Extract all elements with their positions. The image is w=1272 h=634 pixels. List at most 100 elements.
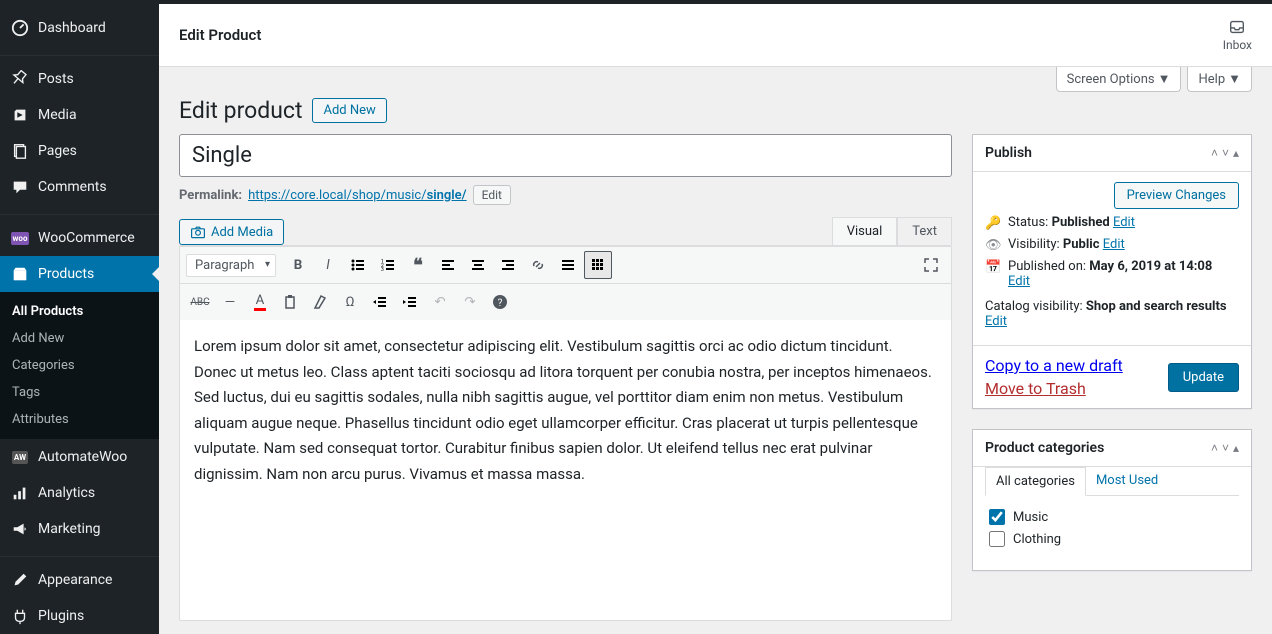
inbox-button[interactable]: Inbox: [1223, 18, 1252, 52]
preview-changes-button[interactable]: Preview Changes: [1114, 182, 1239, 209]
toggle-icon[interactable]: ▴: [1233, 441, 1239, 455]
category-checkbox[interactable]: [989, 509, 1005, 525]
indent-button[interactable]: [396, 288, 424, 316]
help-button-editor[interactable]: ?: [486, 288, 514, 316]
edit-status-link[interactable]: Edit: [1113, 215, 1135, 230]
tab-most-used[interactable]: Most Used: [1086, 467, 1168, 495]
outdent-button[interactable]: [366, 288, 394, 316]
menu-label: Products: [38, 266, 94, 282]
add-new-button[interactable]: Add New: [312, 98, 386, 123]
blockquote-button[interactable]: ❝: [404, 251, 432, 279]
calendar-icon: 📅: [985, 260, 1001, 275]
edit-visibility-link[interactable]: Edit: [1103, 237, 1125, 252]
link-button[interactable]: [524, 251, 552, 279]
svg-text:3: 3: [381, 267, 384, 273]
submenu-add-new[interactable]: Add New: [0, 325, 159, 352]
menu-label: AutomateWoo: [38, 449, 127, 465]
menu-label: Appearance: [38, 572, 112, 588]
menu-products[interactable]: Products: [0, 256, 159, 292]
editor-content[interactable]: Lorem ipsum dolor sit amet, consectetur …: [180, 320, 951, 620]
align-right-button[interactable]: [494, 251, 522, 279]
permalink-link[interactable]: https://core.local/shop/music/single/: [248, 188, 467, 203]
header-strip: Edit Product Inbox: [159, 4, 1272, 67]
add-media-button[interactable]: Add Media: [179, 219, 284, 245]
editor-tab-text[interactable]: Text: [897, 217, 952, 245]
numbered-list-button[interactable]: 123: [374, 251, 402, 279]
text-color-button[interactable]: A: [246, 288, 274, 316]
permalink-label: Permalink:: [179, 188, 242, 203]
menu-label: Plugins: [38, 608, 84, 624]
page-title: Edit product: [179, 97, 302, 124]
fullscreen-button[interactable]: [917, 251, 945, 279]
clear-formatting-button[interactable]: [306, 288, 334, 316]
analytics-icon: [10, 483, 30, 503]
permalink-edit-button[interactable]: Edit: [473, 185, 511, 205]
products-submenu: All Products Add New Categories Tags Att…: [0, 292, 159, 439]
category-item-clothing[interactable]: Clothing: [989, 528, 1235, 550]
move-up-icon[interactable]: ˄: [1211, 146, 1218, 160]
screen-options-button[interactable]: Screen Options ▼: [1056, 67, 1182, 92]
move-to-trash-link[interactable]: Move to Trash: [985, 379, 1123, 398]
megaphone-icon: [10, 519, 30, 539]
menu-appearance[interactable]: Appearance: [0, 562, 159, 598]
help-button[interactable]: Help ▼: [1187, 67, 1252, 92]
menu-analytics[interactable]: Analytics: [0, 475, 159, 511]
format-select[interactable]: Paragraph: [186, 254, 276, 277]
menu-woocommerce[interactable]: woo WooCommerce: [0, 220, 159, 256]
align-center-button[interactable]: [464, 251, 492, 279]
menu-posts[interactable]: Posts: [0, 61, 159, 97]
inbox-icon: [1227, 18, 1247, 36]
inbox-label: Inbox: [1223, 38, 1252, 52]
bold-button[interactable]: B: [284, 251, 312, 279]
menu-media[interactable]: Media: [0, 97, 159, 133]
move-up-icon[interactable]: ˄: [1211, 441, 1218, 455]
categories-title: Product categories: [985, 440, 1104, 456]
special-char-button[interactable]: Ω: [336, 288, 364, 316]
editor: Paragraph B I 123 ❝: [179, 245, 952, 621]
product-title-input[interactable]: [179, 134, 952, 177]
more-button[interactable]: [554, 251, 582, 279]
menu-marketing[interactable]: Marketing: [0, 511, 159, 547]
italic-button[interactable]: I: [314, 251, 342, 279]
permalink-row: Permalink: https://core.local/shop/music…: [179, 185, 952, 205]
strikethrough-button[interactable]: ABC: [186, 288, 214, 316]
tab-all-categories[interactable]: All categories: [985, 467, 1086, 496]
aw-icon: AW: [10, 447, 30, 467]
menu-dashboard[interactable]: Dashboard: [0, 10, 159, 46]
move-down-icon[interactable]: ˅: [1222, 441, 1229, 455]
submenu-categories[interactable]: Categories: [0, 352, 159, 379]
toggle-icon[interactable]: ▴: [1233, 146, 1239, 160]
toolbar-toggle-button[interactable]: [584, 251, 612, 279]
submenu-all-products[interactable]: All Products: [0, 298, 159, 325]
redo-button[interactable]: ↷: [456, 288, 484, 316]
menu-label: Analytics: [38, 485, 95, 501]
copy-draft-link[interactable]: Copy to a new draft: [985, 356, 1123, 375]
edit-date-link[interactable]: Edit: [1008, 274, 1030, 289]
menu-label: Media: [38, 107, 77, 123]
category-checkbox[interactable]: [989, 531, 1005, 547]
publish-box: Publish ˄ ˅ ▴ Preview Changes: [972, 134, 1252, 409]
move-down-icon[interactable]: ˅: [1222, 146, 1229, 160]
menu-label: Dashboard: [38, 20, 106, 36]
menu-label: Marketing: [38, 521, 101, 537]
dashboard-icon: [10, 18, 30, 38]
editor-tab-visual[interactable]: Visual: [832, 217, 898, 245]
bullet-list-button[interactable]: [344, 251, 372, 279]
submenu-tags[interactable]: Tags: [0, 379, 159, 406]
brush-icon: [10, 570, 30, 590]
submenu-attributes[interactable]: Attributes: [0, 406, 159, 433]
align-left-button[interactable]: [434, 251, 462, 279]
menu-plugins[interactable]: Plugins: [0, 598, 159, 634]
category-item-music[interactable]: Music: [989, 506, 1235, 528]
menu-pages[interactable]: Pages: [0, 133, 159, 169]
undo-button[interactable]: ↶: [426, 288, 454, 316]
update-button[interactable]: Update: [1168, 363, 1239, 392]
hr-button[interactable]: —: [216, 288, 244, 316]
menu-comments[interactable]: Comments: [0, 169, 159, 205]
camera-icon: [190, 224, 206, 240]
edit-catalog-link[interactable]: Edit: [985, 314, 1007, 329]
eye-icon: 👁: [985, 238, 1001, 253]
paste-button[interactable]: [276, 288, 304, 316]
menu-automatewoo[interactable]: AW AutomateWoo: [0, 439, 159, 475]
woo-icon: woo: [10, 228, 30, 248]
